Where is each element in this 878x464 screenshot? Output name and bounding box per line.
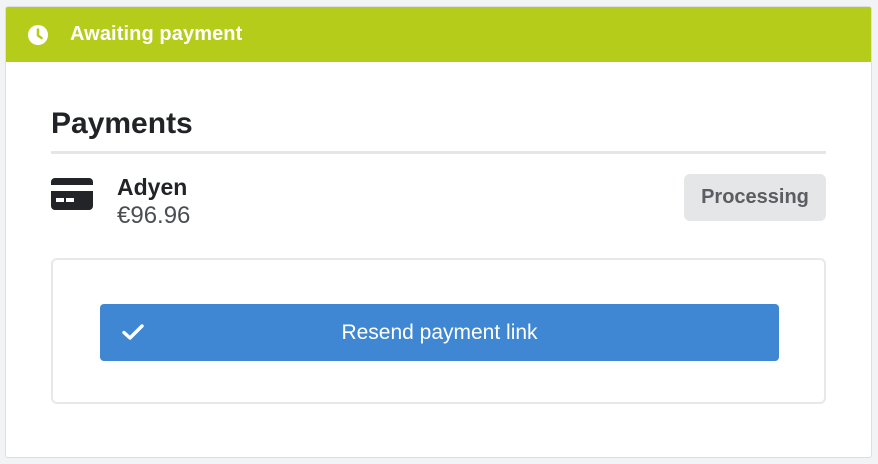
credit-card-icon xyxy=(51,178,93,210)
status-banner: Awaiting payment xyxy=(6,7,871,62)
status-badge: Processing xyxy=(684,174,826,221)
payment-provider: Adyen xyxy=(117,174,188,200)
payment-amount: €96.96 xyxy=(117,202,191,229)
resend-payment-link-button[interactable]: Resend payment link xyxy=(100,304,779,361)
payment-row: Adyen €96.96 Processing xyxy=(51,174,826,242)
payments-section: Payments Adyen €96.96 Processing Resend … xyxy=(6,106,871,404)
order-payment-card: Awaiting payment Payments Adyen €96.96 P… xyxy=(5,6,872,458)
status-banner-text: Awaiting payment xyxy=(70,23,243,45)
payments-heading: Payments xyxy=(51,107,193,140)
clock-icon xyxy=(28,24,48,45)
divider xyxy=(51,151,826,154)
check-icon xyxy=(122,323,144,341)
payment-actions-box: Resend payment link xyxy=(51,258,826,404)
resend-button-label: Resend payment link xyxy=(341,320,538,344)
